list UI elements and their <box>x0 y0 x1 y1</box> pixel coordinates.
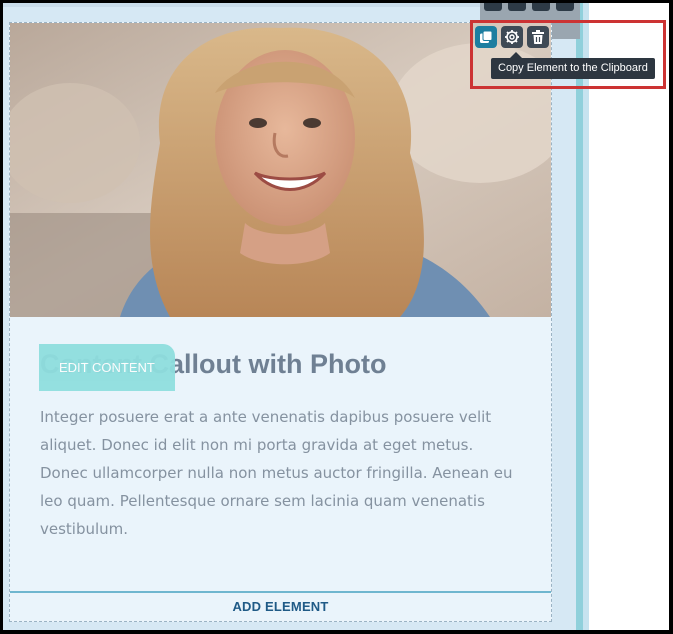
editor-frame: Content Callout with Photo EDIT CONTENT … <box>3 3 669 630</box>
edit-content-button[interactable]: EDIT CONTENT <box>39 344 175 391</box>
row-tool-button[interactable] <box>484 3 502 11</box>
column-rail[interactable] <box>576 3 583 630</box>
callout-card[interactable]: Content Callout with Photo EDIT CONTENT … <box>9 22 552 622</box>
highlight-annotation <box>470 20 666 89</box>
row-tool-button[interactable] <box>532 3 550 11</box>
row-tool-button[interactable] <box>508 3 526 11</box>
row-tool-button[interactable] <box>556 3 574 11</box>
callout-body-text: Integer posuere erat a ante venenatis da… <box>40 408 513 538</box>
column-rail-outer <box>583 3 589 630</box>
add-element-button[interactable]: ADD ELEMENT <box>10 591 551 621</box>
callout-content: Content Callout with Photo EDIT CONTENT … <box>10 317 551 589</box>
